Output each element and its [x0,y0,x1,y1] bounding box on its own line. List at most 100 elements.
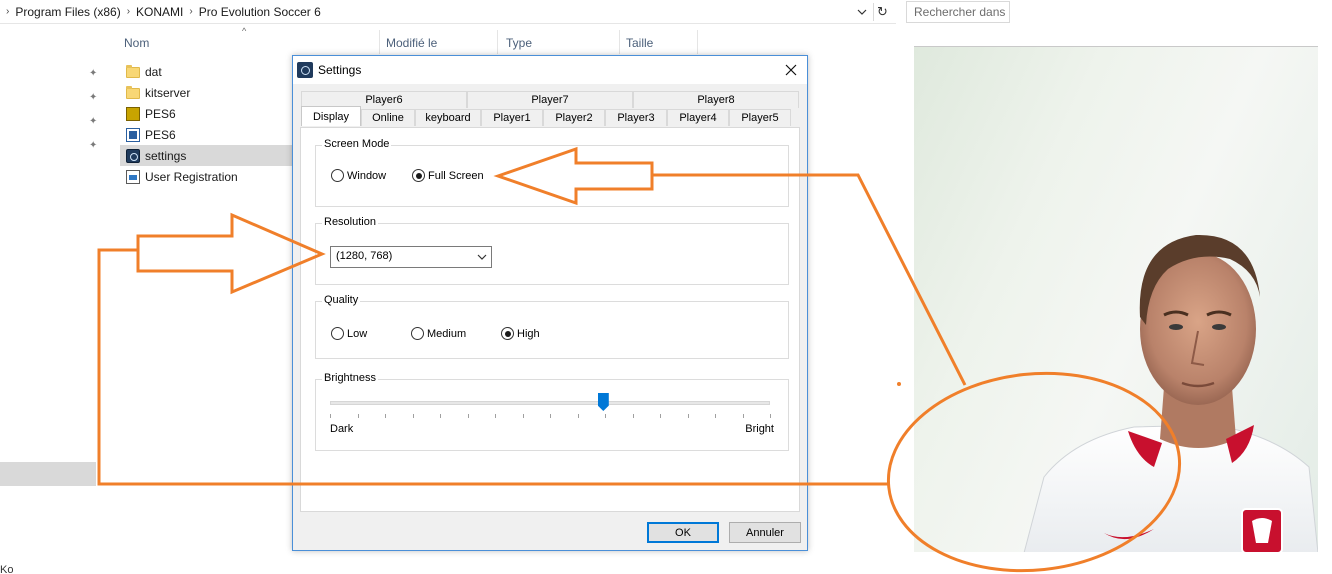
nav-selected-item[interactable] [0,462,96,486]
chevron-right-icon: › [126,6,131,17]
low-radio[interactable]: Low [331,327,367,340]
resolution-value: (1280, 768) [336,250,393,262]
ok-button[interactable]: OK [647,522,719,543]
tab-player8[interactable]: Player8 [633,91,799,108]
file-name: kitserver [145,85,191,100]
pin-icon[interactable]: ✦ [89,69,99,79]
list-item[interactable]: User Registration [120,166,292,187]
settings-app-icon [297,62,313,78]
column-headers: Nom Modifié le Type Taille [118,30,898,54]
slider-tick [412,414,414,418]
player-face-image [914,46,1318,552]
tab-player2[interactable]: Player2 [543,109,605,126]
resolution-label: Resolution [322,216,378,228]
dialog-title: Settings [318,63,362,77]
list-item[interactable]: PES6 [120,103,292,124]
list-item[interactable]: dat [120,61,292,82]
column-header-modified[interactable]: Modifié le [380,30,498,54]
file-name: settings [145,148,187,163]
brightness-max-label: Bright [745,423,774,435]
slider-tick [770,414,771,418]
tab-online[interactable]: Online [361,109,415,126]
chevron-down-icon [857,9,867,15]
brightness-slider-thumb[interactable] [597,393,609,411]
refresh-button[interactable]: ↻ [873,3,891,21]
slider-tick [357,414,359,418]
registration-doc-icon [126,169,140,184]
tab-player4[interactable]: Player4 [667,109,729,126]
list-item[interactable]: kitserver [120,82,292,103]
file-name: dat [145,64,162,79]
settings-dialog: Settings Player6 Player7 Player8 Display… [292,55,808,551]
quality-group: Quality Low Medium High [315,294,789,359]
brightness-min-label: Dark [330,423,354,435]
cancel-button[interactable]: Annuler [729,522,801,543]
list-item-selected[interactable]: settings [120,145,292,166]
radio-button-icon [331,327,344,340]
display-tab-panel: Screen Mode Window Full Screen Resolutio… [300,127,800,512]
column-header-name[interactable]: Nom [118,30,380,54]
close-button[interactable] [781,60,801,80]
settings-app-icon [126,148,140,163]
file-name: User Registration [145,169,238,184]
slider-tick [715,414,716,418]
status-text: Ko [0,564,14,574]
fullscreen-radio-label: Full Screen [428,169,484,182]
high-radio-label: High [517,327,540,340]
column-header-type[interactable]: Type [500,30,620,54]
brightness-group: Brightness Dark Bright [315,372,789,451]
file-list: dat kitserver PES6 PES6 settings User Re… [120,61,292,187]
slider-tick [742,414,744,418]
pin-icon[interactable]: ✦ [89,117,99,127]
breadcrumb-pes6[interactable]: Pro Evolution Soccer 6 [199,5,321,19]
slider-tick [660,414,661,418]
screen-mode-label: Screen Mode [322,138,392,150]
slider-tick [467,414,469,418]
folder-icon [126,86,140,99]
file-name: PES6 [145,127,176,142]
tab-row-front: Display Online keyboard Player1 Player2 … [301,106,791,126]
tab-player1[interactable]: Player1 [481,109,543,126]
tab-display[interactable]: Display [301,106,361,126]
breadcrumb-program-files[interactable]: Program Files (x86) [15,5,120,19]
breadcrumb: › Program Files (x86) › KONAMI › Pro Evo… [0,0,321,24]
brightness-slider-track[interactable] [330,401,770,405]
breadcrumb-konami[interactable]: KONAMI [136,5,183,19]
slider-tick [632,414,634,418]
dialog-titlebar[interactable]: Settings [293,56,807,84]
pes6-image-icon [126,127,140,142]
low-radio-label: Low [347,327,368,340]
quality-label: Quality [322,294,361,306]
pin-icon[interactable]: ✦ [89,141,99,151]
window-radio-label: Window [347,169,387,182]
search-input[interactable]: Rechercher dans : [906,1,1010,23]
slider-tick [385,414,386,418]
slider-tick [687,414,689,418]
medium-radio[interactable]: Medium [411,327,466,340]
address-history-button[interactable] [854,4,870,20]
slider-tick [605,414,606,418]
refresh-icon: ↻ [877,4,888,19]
player-portrait-illustration [1023,234,1318,552]
radio-button-selected-icon [501,327,514,340]
chevron-right-icon: › [189,6,193,17]
address-bar[interactable]: › Program Files (x86) › KONAMI › Pro Evo… [0,0,896,24]
high-radio[interactable]: High [501,327,540,340]
column-header-size[interactable]: Taille [620,30,698,54]
list-item[interactable]: PES6 [120,124,292,145]
tab-player3[interactable]: Player3 [605,109,667,126]
radio-button-icon [411,327,424,340]
tab-player7[interactable]: Player7 [467,91,633,108]
fullscreen-radio[interactable]: Full Screen [412,169,484,182]
tab-player5[interactable]: Player5 [729,109,791,126]
chevron-down-icon [477,254,487,260]
file-name: PES6 [145,106,176,121]
window-radio[interactable]: Window [331,169,386,182]
slider-tick [522,414,524,418]
pin-icon[interactable]: ✦ [89,93,99,103]
tab-keyboard[interactable]: keyboard [415,109,481,126]
medium-radio-label: Medium [427,327,467,340]
radio-button-icon [331,169,344,182]
slider-tick [440,414,441,418]
resolution-select[interactable]: (1280, 768) [330,246,492,268]
